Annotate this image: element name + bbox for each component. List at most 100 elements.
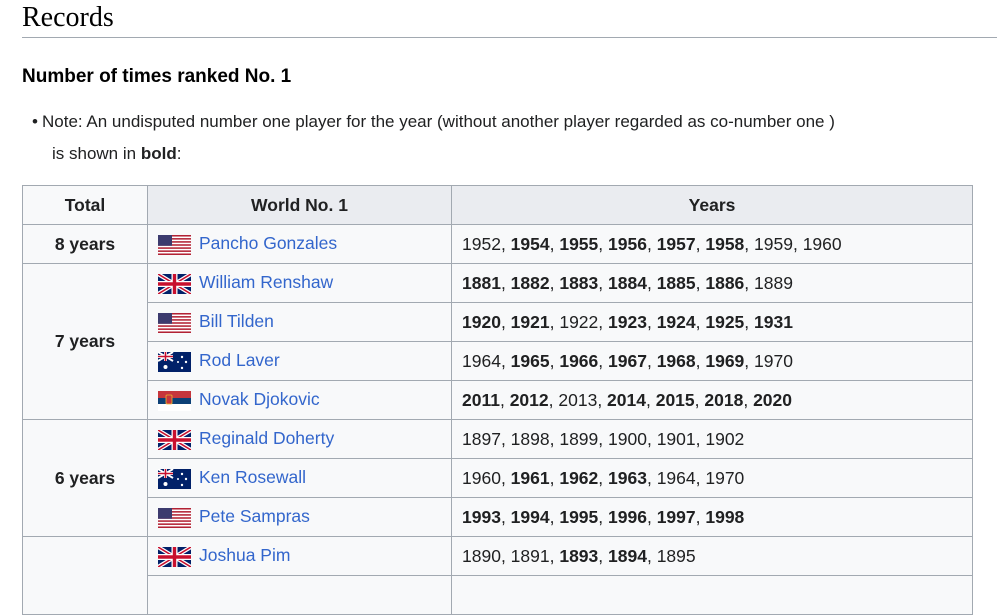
table-row: 7 years William Renshaw 1881, 1882, 1883, … <box>22 263 973 420</box>
year-value: 1961 <box>510 467 550 488</box>
year-value: 1922 <box>559 311 599 332</box>
player-cell: Ken Rosewall <box>147 458 452 498</box>
header-world-no1[interactable]: World No. 1 <box>147 185 452 225</box>
year-value: 1931 <box>754 311 793 332</box>
player-cell: Bill Tilden <box>147 302 452 342</box>
au-flag-icon <box>158 351 191 372</box>
player-link[interactable]: William Renshaw <box>199 272 333 292</box>
player-cell: Rod Laver <box>147 341 452 381</box>
year-value: 1881 <box>462 272 501 293</box>
subsection-title: Number of times ranked No. 1 <box>22 66 292 87</box>
year-value: 1893 <box>559 545 599 566</box>
player-cell: Pete Sampras <box>147 497 452 537</box>
year-value: 1966 <box>559 350 599 371</box>
player-link[interactable]: Pete Sampras <box>199 506 310 526</box>
year-value: 1957 <box>656 233 696 254</box>
year-value: 1899 <box>559 428 599 449</box>
year-value: 2012 <box>509 389 549 410</box>
us-flag-icon <box>158 234 191 255</box>
year-value: 1924 <box>656 311 696 332</box>
player-cell: William Renshaw <box>147 263 452 303</box>
year-value: 1894 <box>608 545 647 566</box>
year-value: 1964 <box>462 350 501 371</box>
year-value: 1901 <box>656 428 696 449</box>
years-cell: 1964, 1965, 1966, 1967, 1968, 1969, 1970 <box>451 341 973 381</box>
table-body: 8 years Pancho Gonzales 1952, 1954, 1955, … <box>22 224 973 615</box>
year-value: 2020 <box>753 389 792 410</box>
note-suffix: : <box>176 144 182 163</box>
year-value: 1925 <box>705 311 745 332</box>
player-link[interactable]: Bill Tilden <box>199 311 274 331</box>
year-value: 1960 <box>462 467 501 488</box>
note: • Note: An undisputed number one player … <box>32 106 992 170</box>
year-value: 1890 <box>462 545 501 566</box>
table-row: 8 years Pancho Gonzales 1952, 1954, 1955, … <box>22 224 973 264</box>
year-value: 1960 <box>802 233 842 254</box>
year-value: 1895 <box>656 545 696 566</box>
total-cell: 6 years <box>22 419 148 537</box>
year-value: 1963 <box>608 467 647 488</box>
table-row: Joshua Pim 1890, 1891, 1893, 1894, 1895 <box>22 536 973 615</box>
player-cell <box>147 575 452 615</box>
year-value: 1886 <box>705 272 745 293</box>
year-value: 1968 <box>656 350 696 371</box>
section-divider <box>22 37 997 38</box>
note-line-2: is shown in bold: <box>52 138 992 170</box>
year-value: 2018 <box>704 389 744 410</box>
player-link[interactable]: Reginald Doherty <box>199 428 334 448</box>
year-value: 1996 <box>608 506 647 527</box>
table-row: Rod Laver 1964, 1965, 1966, 1967, 1968, 1… <box>23 341 973 381</box>
years-cell: 1952, 1954, 1955, 1956, 1957, 1958, 1959… <box>451 224 973 264</box>
player-cell: Reginald Doherty <box>147 419 452 459</box>
years-cell: 2011, 2012, 2013, 2014, 2015, 2018, 2020 <box>451 380 973 420</box>
year-value: 1884 <box>608 272 647 293</box>
uk-flag-icon <box>158 429 191 450</box>
note-text: Note: An undisputed number one player fo… <box>42 112 835 131</box>
note-line-1: Note: An undisputed number one player fo… <box>42 106 992 138</box>
year-value: 1956 <box>608 233 647 254</box>
year-value: 1921 <box>510 311 550 332</box>
years-cell: 1881, 1882, 1883, 1884, 1885, 1886, 1889 <box>451 263 973 303</box>
years-cell: 1897, 1898, 1899, 1900, 1901, 1902 <box>451 419 973 459</box>
uk-flag-icon <box>158 546 191 567</box>
year-value: 1920 <box>462 311 501 332</box>
player-link[interactable]: Joshua Pim <box>199 545 290 565</box>
table-row: Novak Djokovic 2011, 2012, 2013, 2014, 20… <box>23 380 973 420</box>
year-value: 1902 <box>705 428 745 449</box>
section-title: Records <box>22 2 114 33</box>
rs-flag-icon <box>158 390 191 411</box>
year-value: 1962 <box>559 467 599 488</box>
records-table: Total World No. 1 Years 8 years Pancho Go… <box>22 185 973 615</box>
year-value: 1993 <box>462 506 501 527</box>
year-value: 2013 <box>558 389 598 410</box>
table-row <box>23 575 973 615</box>
player-link[interactable]: Ken Rosewall <box>199 467 306 487</box>
year-value: 2015 <box>655 389 695 410</box>
years-cell: 1890, 1891, 1893, 1894, 1895 <box>451 536 973 576</box>
year-value: 1994 <box>510 506 550 527</box>
year-value: 1970 <box>705 467 745 488</box>
player-cell: Joshua Pim <box>147 536 452 576</box>
player-cell: Novak Djokovic <box>147 380 452 420</box>
years-cell: 1920, 1921, 1922, 1923, 1924, 1925, 1931 <box>451 302 973 342</box>
player-link[interactable]: Pancho Gonzales <box>199 233 337 253</box>
year-value: 1891 <box>510 545 550 566</box>
au-flag-icon <box>158 468 191 489</box>
year-value: 1969 <box>705 350 745 371</box>
year-value: 1898 <box>510 428 550 449</box>
header-years[interactable]: Years <box>451 185 973 225</box>
years-cell: 1960, 1961, 1962, 1963, 1964, 1970 <box>451 458 973 498</box>
table-row: Ken Rosewall 1960, 1961, 1962, 1963, 1964… <box>23 458 973 498</box>
total-cell: 8 years <box>22 224 148 264</box>
year-value: 1958 <box>705 233 745 254</box>
table-row: Pete Sampras 1993, 1994, 1995, 1996, 1997… <box>23 497 973 537</box>
year-value: 1889 <box>754 272 793 293</box>
year-value: 1882 <box>510 272 550 293</box>
year-value: 1995 <box>559 506 599 527</box>
year-value: 1885 <box>656 272 696 293</box>
table-header-row: Total World No. 1 Years <box>22 185 973 225</box>
player-link[interactable]: Novak Djokovic <box>199 389 320 409</box>
year-value: 1959 <box>754 233 793 254</box>
header-total[interactable]: Total <box>22 185 148 225</box>
player-link[interactable]: Rod Laver <box>199 350 280 370</box>
